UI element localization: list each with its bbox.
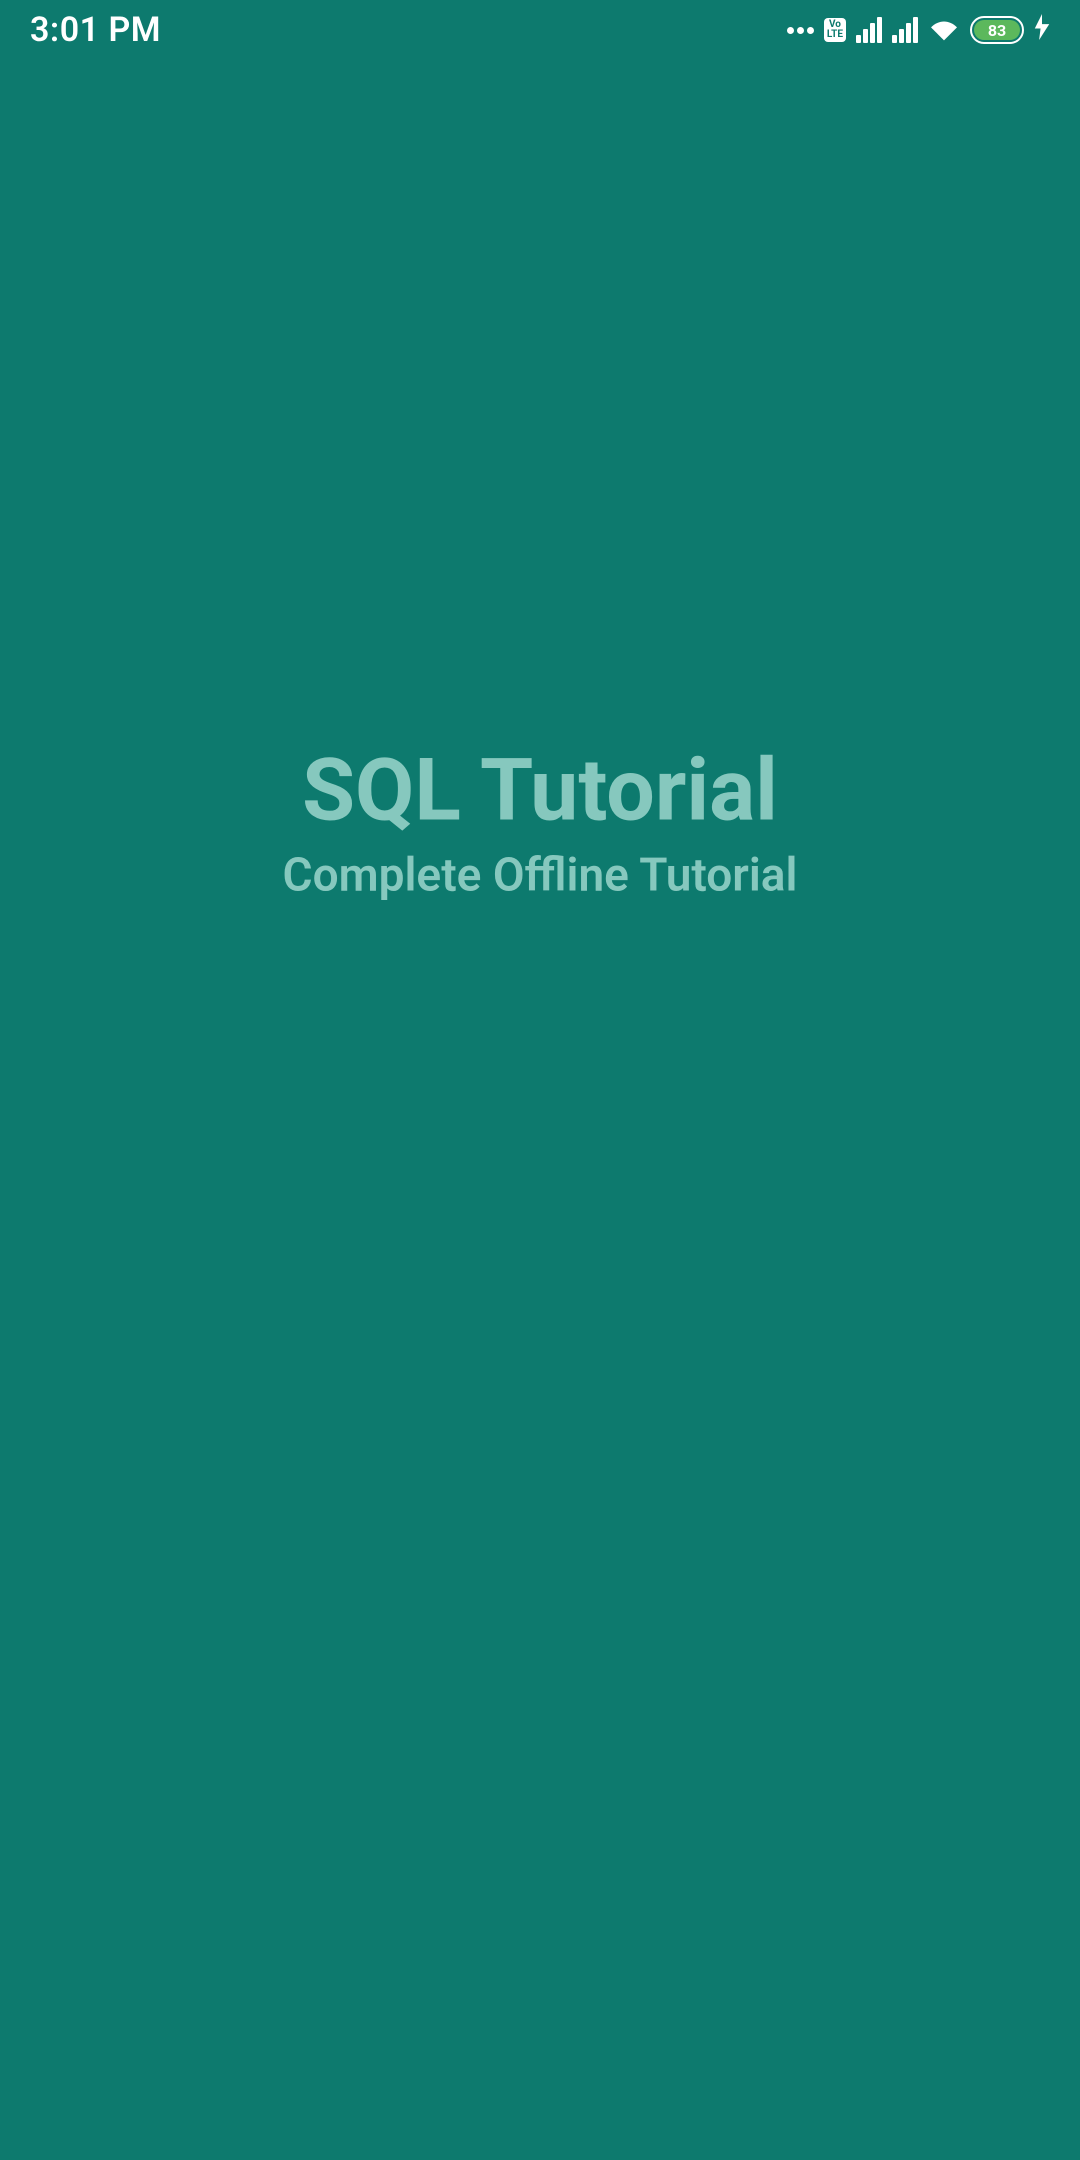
splash-screen: SQL Tutorial Complete Offline Tutorial bbox=[0, 739, 1080, 902]
battery-level: 83 bbox=[988, 21, 1006, 40]
more-dots-icon bbox=[787, 27, 814, 34]
status-icons: Vo LTE 83 bbox=[787, 14, 1050, 46]
signal-icon-2 bbox=[892, 17, 918, 43]
status-bar: 3:01 PM Vo LTE 83 bbox=[0, 0, 1080, 60]
app-title: SQL Tutorial bbox=[0, 739, 1080, 840]
signal-icon bbox=[856, 17, 882, 43]
battery-icon: 83 bbox=[970, 16, 1024, 44]
wifi-icon bbox=[928, 17, 960, 43]
status-time: 3:01 PM bbox=[30, 10, 161, 50]
charging-icon bbox=[1034, 14, 1050, 46]
volte-icon: Vo LTE bbox=[824, 18, 846, 42]
app-subtitle: Complete Offline Tutorial bbox=[0, 848, 1080, 902]
